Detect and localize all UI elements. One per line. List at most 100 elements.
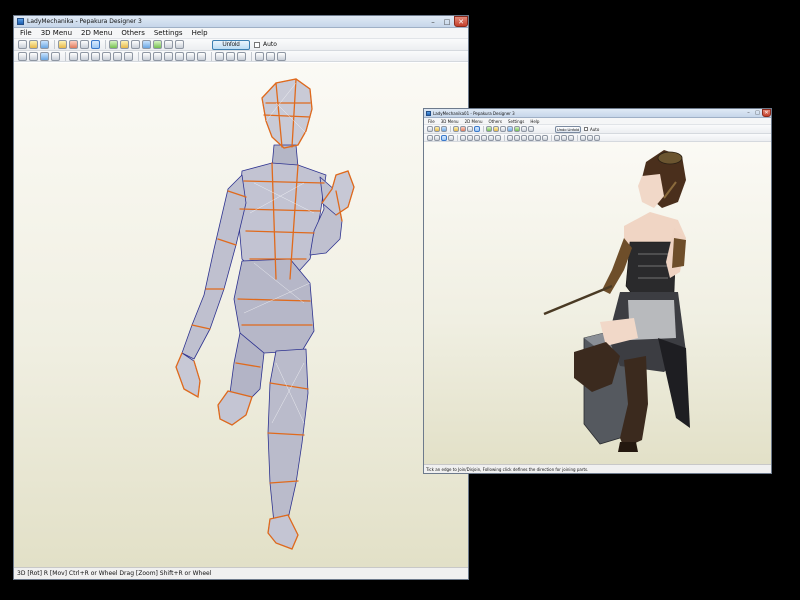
select-mode-icon[interactable] — [91, 40, 100, 49]
zoom-in-icon[interactable] — [215, 51, 224, 61]
texture-icon[interactable] — [453, 126, 459, 132]
paper-settings-icon[interactable] — [587, 134, 593, 141]
paper-settings-icon[interactable] — [266, 51, 275, 61]
layers-icon[interactable] — [467, 134, 473, 141]
menu-settings[interactable]: Settings — [154, 29, 183, 37]
print-icon[interactable] — [131, 40, 140, 49]
frame-icon[interactable] — [175, 40, 184, 49]
zoom-in-icon[interactable] — [554, 134, 560, 141]
zoom-icon[interactable] — [427, 134, 433, 141]
grid-icon[interactable] — [69, 51, 78, 61]
checkbox-box[interactable] — [584, 127, 588, 131]
save-icon[interactable] — [441, 126, 447, 132]
menu-others[interactable]: Others — [121, 29, 145, 37]
fold-icon[interactable] — [441, 134, 447, 141]
rotate-icon[interactable] — [448, 134, 454, 141]
print-icon[interactable] — [500, 126, 506, 132]
move-icon[interactable] — [488, 134, 494, 141]
arrange-icon[interactable] — [535, 134, 541, 141]
3d-viewport-second[interactable] — [424, 142, 771, 467]
menu-3d[interactable]: 3D Menu — [441, 119, 459, 124]
auto-checkbox[interactable]: Auto — [254, 41, 277, 48]
new-file-icon[interactable] — [18, 40, 27, 49]
flip-icon[interactable] — [495, 134, 501, 141]
3d-viewport-main[interactable] — [14, 63, 468, 569]
menu-help[interactable]: Help — [530, 119, 539, 124]
menu-2d[interactable]: 2D Menu — [465, 119, 483, 124]
maximize-icon[interactable]: □ — [440, 16, 454, 27]
auto-checkbox[interactable]: Auto — [584, 127, 599, 132]
number-icon[interactable] — [528, 134, 534, 141]
texture-icon[interactable] — [58, 40, 67, 49]
frame-icon[interactable] — [528, 126, 534, 132]
arrange-icon[interactable] — [186, 51, 195, 61]
mirror-icon[interactable] — [91, 51, 100, 61]
rotate-icon[interactable] — [51, 51, 60, 61]
layers-icon[interactable] — [80, 51, 89, 61]
search-icon[interactable] — [594, 134, 600, 141]
open-folder-icon[interactable] — [29, 40, 38, 49]
anchor-icon[interactable] — [142, 40, 151, 49]
menu-others[interactable]: Others — [488, 119, 501, 124]
view-icon[interactable] — [80, 40, 89, 49]
fit-icon[interactable] — [542, 134, 548, 141]
pointer-icon[interactable] — [29, 51, 38, 61]
pointer-icon[interactable] — [434, 134, 440, 141]
edge-icon[interactable] — [460, 126, 466, 132]
zoom-fit-icon[interactable] — [568, 134, 574, 141]
save-icon[interactable] — [40, 40, 49, 49]
snap-icon[interactable] — [521, 134, 527, 141]
menu-help[interactable]: Help — [192, 29, 208, 37]
text-icon[interactable] — [153, 51, 162, 61]
edge-icon[interactable] — [69, 40, 78, 49]
paper-icon[interactable] — [255, 51, 264, 61]
undo-unfold-button[interactable]: Undo Unfold — [555, 125, 581, 133]
zoom-out-icon[interactable] — [226, 51, 235, 61]
new-file-icon[interactable] — [427, 126, 433, 132]
grid-icon[interactable] — [460, 134, 466, 141]
page-icon[interactable] — [507, 134, 513, 141]
close-icon[interactable]: ✕ — [762, 109, 771, 117]
fit-icon[interactable] — [197, 51, 206, 61]
menu-file[interactable]: File — [20, 29, 32, 37]
select-mode-icon[interactable] — [474, 126, 480, 132]
flag-icon[interactable] — [153, 40, 162, 49]
zoom-fit-icon[interactable] — [237, 51, 246, 61]
move-icon[interactable] — [113, 51, 122, 61]
menu-2d[interactable]: 2D Menu — [81, 29, 112, 37]
menu-file[interactable]: File — [428, 119, 435, 124]
minimize-icon[interactable]: – — [426, 16, 440, 27]
window-icon[interactable] — [164, 40, 173, 49]
maximize-icon[interactable]: □ — [753, 109, 762, 117]
flip-icon[interactable] — [124, 51, 133, 61]
mirror-icon[interactable] — [474, 134, 480, 141]
open-folder-icon[interactable] — [434, 126, 440, 132]
zoom-out-icon[interactable] — [561, 134, 567, 141]
join-icon[interactable] — [109, 40, 118, 49]
card-icon[interactable] — [102, 51, 111, 61]
paper-icon[interactable] — [580, 134, 586, 141]
close-icon[interactable]: ✕ — [454, 16, 468, 27]
pen-icon[interactable] — [493, 126, 499, 132]
snap-icon[interactable] — [164, 51, 173, 61]
text-icon[interactable] — [514, 134, 520, 141]
fold-icon[interactable] — [40, 51, 49, 61]
title-bar-second[interactable]: LadyMechanika01 - Pepakura Designer 3 – … — [424, 109, 771, 118]
title-bar[interactable]: LadyMechanika - Pepakura Designer 3 – □ … — [14, 16, 468, 28]
window-icon[interactable] — [521, 126, 527, 132]
anchor-icon[interactable] — [507, 126, 513, 132]
view-icon[interactable] — [467, 126, 473, 132]
search-icon[interactable] — [277, 51, 286, 61]
menu-settings[interactable]: Settings — [508, 119, 524, 124]
checkbox-box[interactable] — [254, 41, 260, 48]
card-icon[interactable] — [481, 134, 487, 141]
unfold-button[interactable]: Unfold — [212, 39, 250, 50]
page-icon[interactable] — [142, 51, 151, 61]
number-icon[interactable] — [175, 51, 184, 61]
menu-3d[interactable]: 3D Menu — [41, 29, 72, 37]
zoom-icon[interactable] — [18, 51, 27, 61]
pen-icon[interactable] — [120, 40, 129, 49]
join-icon[interactable] — [486, 126, 492, 132]
minimize-icon[interactable]: – — [744, 109, 753, 117]
flag-icon[interactable] — [514, 126, 520, 132]
